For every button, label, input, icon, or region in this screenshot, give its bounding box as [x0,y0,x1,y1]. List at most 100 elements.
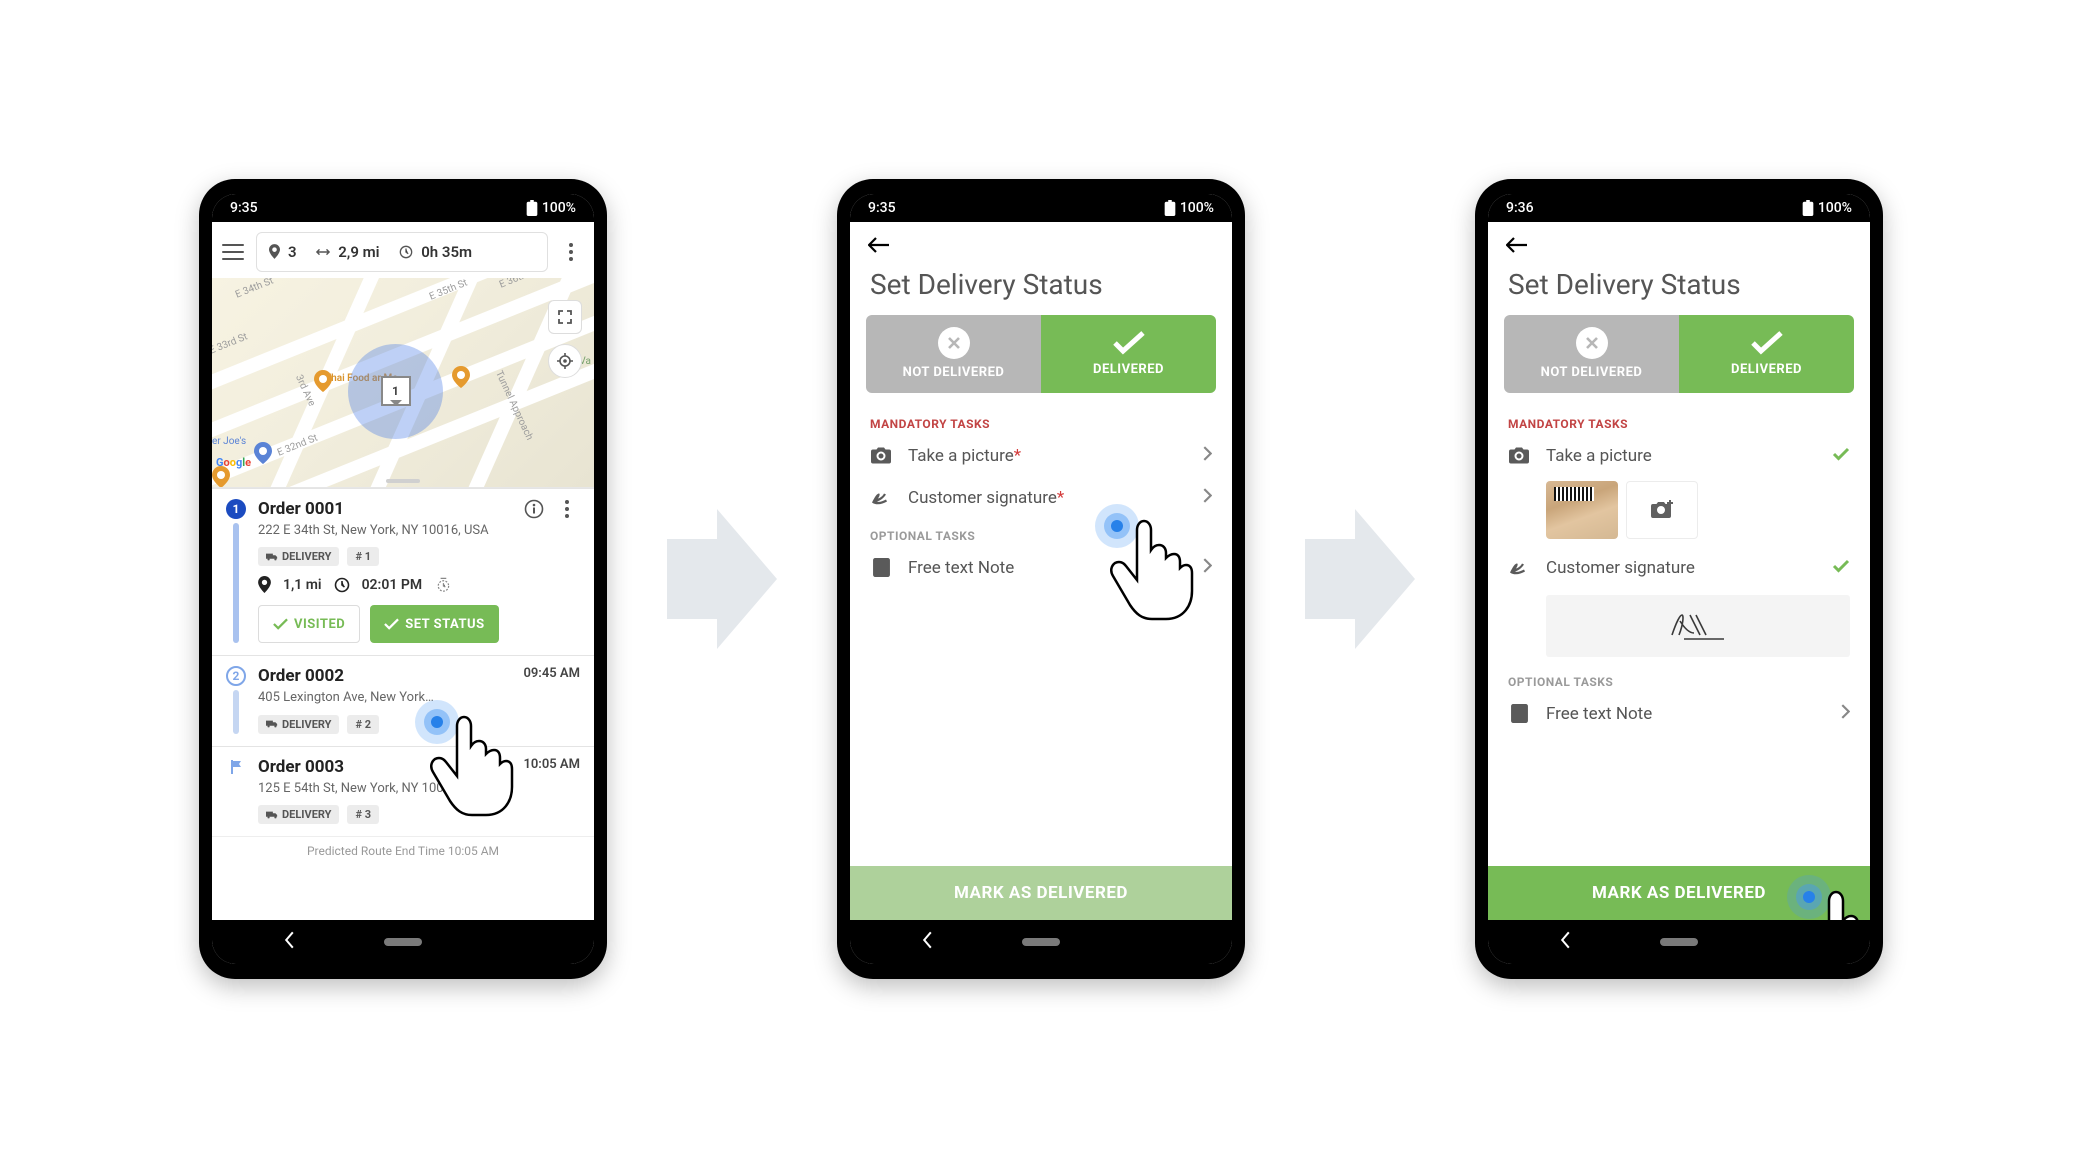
nav-back-icon[interactable] [922,931,933,953]
check-icon [1832,558,1850,577]
kebab-icon[interactable] [554,500,580,518]
map-attribution: Google [216,456,251,469]
stop-meta: 1,1 mi 02:01 PM [258,576,580,593]
task-customer-signature[interactable]: Customer signature* [850,477,1232,519]
route-summary-chip[interactable]: 3 2,9 mi 0h 35m [256,232,548,272]
stop-title: Order 0003 [258,757,460,777]
my-location-icon[interactable] [548,344,582,378]
stop-title: Order 0002 [258,666,434,686]
page-title: Set Delivery Status [850,262,1232,315]
nav-bar [212,920,594,964]
delivery-tag: DELIVERY [258,805,339,824]
clock-icon [334,577,350,593]
food-marker-icon [314,370,332,392]
task-free-text-note[interactable]: Free text Note [850,547,1232,589]
camera-icon [1508,447,1530,464]
add-photo-button[interactable] [1626,481,1698,539]
distance-icon [316,247,330,257]
stop-card[interactable]: 2 Order 0002 405 Lexington Ave, New York… [212,655,594,746]
battery-pct: 100% [1180,200,1214,216]
road-e34th: E 34th St [234,278,275,301]
stop-distance: 1,1 mi [283,577,322,593]
stop-address: 405 Lexington Ave, New York… [258,689,434,707]
back-button[interactable] [1488,222,1870,262]
top-bar: 3 2,9 mi 0h 35m [212,222,594,278]
timer-icon [434,577,451,593]
delivered-toggle[interactable]: DELIVERED [1679,315,1854,393]
chevron-right-icon [1841,704,1850,723]
info-icon[interactable] [524,499,544,519]
fullscreen-icon[interactable] [548,300,582,334]
photo-thumbnail[interactable] [1546,481,1618,539]
status-bar: 9:35 100% [850,194,1232,222]
timeline [226,757,246,825]
set-status-button[interactable]: SET STATUS [370,605,498,643]
content: Set Delivery Status NOT DELIVERED DELIVE… [850,222,1232,920]
task-label: Free text Note [1546,704,1825,724]
optional-tasks-label: OPTIONAL TASKS [1488,665,1870,693]
timeline-bar [233,690,239,734]
clock-icon [399,245,413,259]
nav-back-icon[interactable] [284,931,295,953]
chevron-right-icon [1203,488,1212,507]
task-take-picture[interactable]: Take a picture* [850,435,1232,477]
status-bar: 9:36 100% [1488,194,1870,222]
nav-home-pill[interactable] [1022,938,1060,946]
nav-home-pill[interactable] [384,938,422,946]
status-time: 9:35 [868,200,896,216]
nav-bar [1488,920,1870,964]
not-delivered-toggle[interactable]: NOT DELIVERED [866,315,1041,393]
mandatory-tasks-label: MANDATORY TASKS [1488,407,1870,435]
status-bar: 9:35 100% [212,194,594,222]
route-distance: 2,9 mi [338,243,379,261]
flag-icon [226,757,246,777]
note-icon [870,558,892,577]
phone-1: 9:35 100% 3 2,9 mi 0 [199,179,607,979]
truck-icon [266,719,278,729]
task-free-text-note[interactable]: Free text Note [1488,693,1870,735]
map-stop-pin[interactable]: 1 [381,376,411,406]
signature-scribble-icon [1668,609,1728,643]
truck-icon [266,552,278,562]
delivery-tag: DELIVERY [258,715,339,734]
task-take-picture[interactable]: Take a picture [1488,435,1870,477]
stop-card[interactable]: 1 Order 0001 222 E 34th St, New York, NY… [212,488,594,656]
task-customer-signature[interactable]: Customer signature [1488,547,1870,589]
nav-back-icon[interactable] [1560,931,1571,953]
kebab-icon[interactable] [558,243,584,261]
hamburger-icon[interactable] [222,244,246,260]
back-button[interactable] [850,222,1232,262]
stop-card[interactable]: Order 0003 125 E 54th St, New York, NY 1… [212,746,594,837]
close-circle-icon [1576,327,1608,359]
nav-home-pill[interactable] [1660,938,1698,946]
delivered-toggle[interactable]: DELIVERED [1041,315,1216,393]
nav-bar [850,920,1232,964]
pin-label: 1 [383,378,409,404]
visited-button[interactable]: VISITED [258,605,360,643]
check-icon [273,618,288,630]
mark-delivered-button[interactable]: MARK AS DELIVERED [1488,866,1870,920]
task-label: Free text Note [908,558,1187,578]
battery-icon [526,200,538,216]
mark-delivered-button[interactable]: MARK AS DELIVERED [850,866,1232,920]
battery-icon [1802,200,1814,216]
task-label: Take a picture* [908,446,1187,466]
screen: 9:36 100% Set Delivery Status NOT DELIVE… [1488,194,1870,964]
stops-list: 1 Order 0001 222 E 34th St, New York, NY… [212,488,594,837]
route-duration: 0h 35m [421,243,472,261]
timeline: 2 [226,666,246,734]
not-delivered-toggle[interactable]: NOT DELIVERED [1504,315,1679,393]
signature-preview[interactable] [1546,595,1850,657]
sequence-tag: # 1 [347,547,379,566]
optional-tasks-label: OPTIONAL TASKS [850,519,1232,547]
stop-index-badge: 1 [226,499,246,519]
sheet-grab-handle[interactable] [386,479,420,483]
delivery-tag: DELIVERY [258,547,339,566]
photo-thumbnails [1488,477,1870,547]
status-toggle: NOT DELIVERED DELIVERED [1504,315,1854,393]
map[interactable]: E 34th St E 35th St E 36th St E 33rd St … [212,278,594,488]
food-marker-icon [212,466,230,488]
signature-icon [870,490,892,505]
task-label: Customer signature* [908,488,1187,508]
stop-time: 10:05 AM [523,757,580,772]
